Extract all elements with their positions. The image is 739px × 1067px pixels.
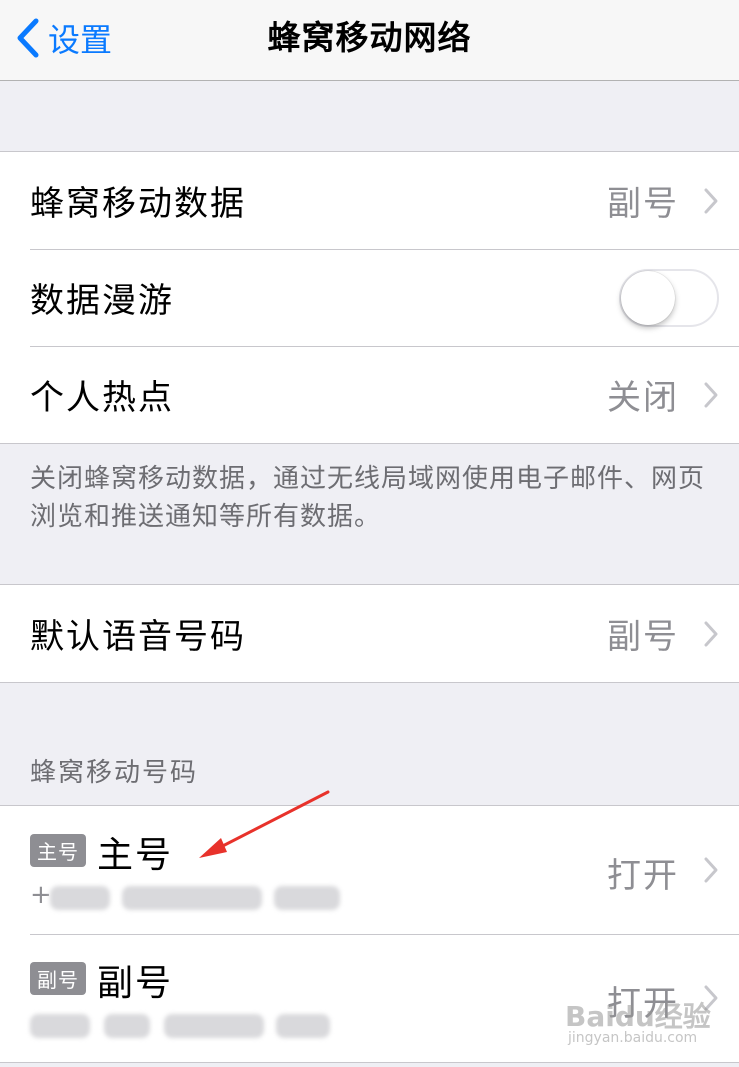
chevron-right-icon xyxy=(704,188,718,213)
row-value: 副号 xyxy=(607,617,679,657)
row-value: 关闭 xyxy=(607,378,679,418)
watermark-logo: Baidu经验 xyxy=(565,1000,711,1033)
sim-phone-number-redacted: + xyxy=(30,880,340,912)
voice-settings-group: 默认语音号码 副号 xyxy=(0,584,739,683)
toggle-knob xyxy=(621,271,675,325)
personal-hotspot-row[interactable]: 个人热点 关闭 xyxy=(0,346,739,443)
sim-row-primary[interactable]: 主号 主号 + 打开 xyxy=(0,806,739,934)
row-value: 副号 xyxy=(607,184,679,224)
data-roaming-toggle[interactable] xyxy=(619,269,719,327)
sim-badge: 副号 xyxy=(30,962,86,995)
sim-phone-number-redacted xyxy=(30,1008,340,1040)
watermark-url: jingyan.baidu.com xyxy=(568,1030,698,1046)
cellular-settings-group: 蜂窝移动数据 副号 数据漫游 个人热点 关闭 xyxy=(0,151,739,444)
chevron-right-icon xyxy=(704,621,718,646)
chevron-right-icon xyxy=(704,857,718,883)
cellular-data-row[interactable]: 蜂窝移动数据 副号 xyxy=(0,152,739,249)
chevron-right-icon xyxy=(704,382,718,407)
row-label: 默认语音号码 xyxy=(30,617,246,657)
sim-status: 打开 xyxy=(607,856,679,896)
row-label: 个人热点 xyxy=(30,378,174,418)
number-prefix: + xyxy=(30,880,52,910)
navigation-bar: 设置 蜂窝移动网络 xyxy=(0,0,739,81)
annotation-arrow-icon xyxy=(199,790,330,858)
sim-badge: 主号 xyxy=(30,834,86,867)
settings-page: 设置 蜂窝移动网络 蜂窝移动数据 副号 数据漫游 个人热点 关闭 关闭蜂窝移动数… xyxy=(0,0,739,1067)
default-voice-line-row[interactable]: 默认语音号码 副号 xyxy=(0,585,739,682)
section-header: 蜂窝移动号码 xyxy=(30,758,199,788)
row-label: 蜂窝移动数据 xyxy=(30,184,246,224)
page-title: 蜂窝移动网络 xyxy=(267,18,472,57)
cellular-data-footer-note: 关闭蜂窝移动数据，通过无线局域网使用电子邮件、网页浏览和推送通知等所有数据。 xyxy=(30,464,706,532)
data-roaming-row: 数据漫游 xyxy=(0,249,739,346)
row-label: 数据漫游 xyxy=(30,281,174,321)
sim-name: 副号 xyxy=(97,963,174,1004)
sim-name: 主号 xyxy=(97,835,174,876)
